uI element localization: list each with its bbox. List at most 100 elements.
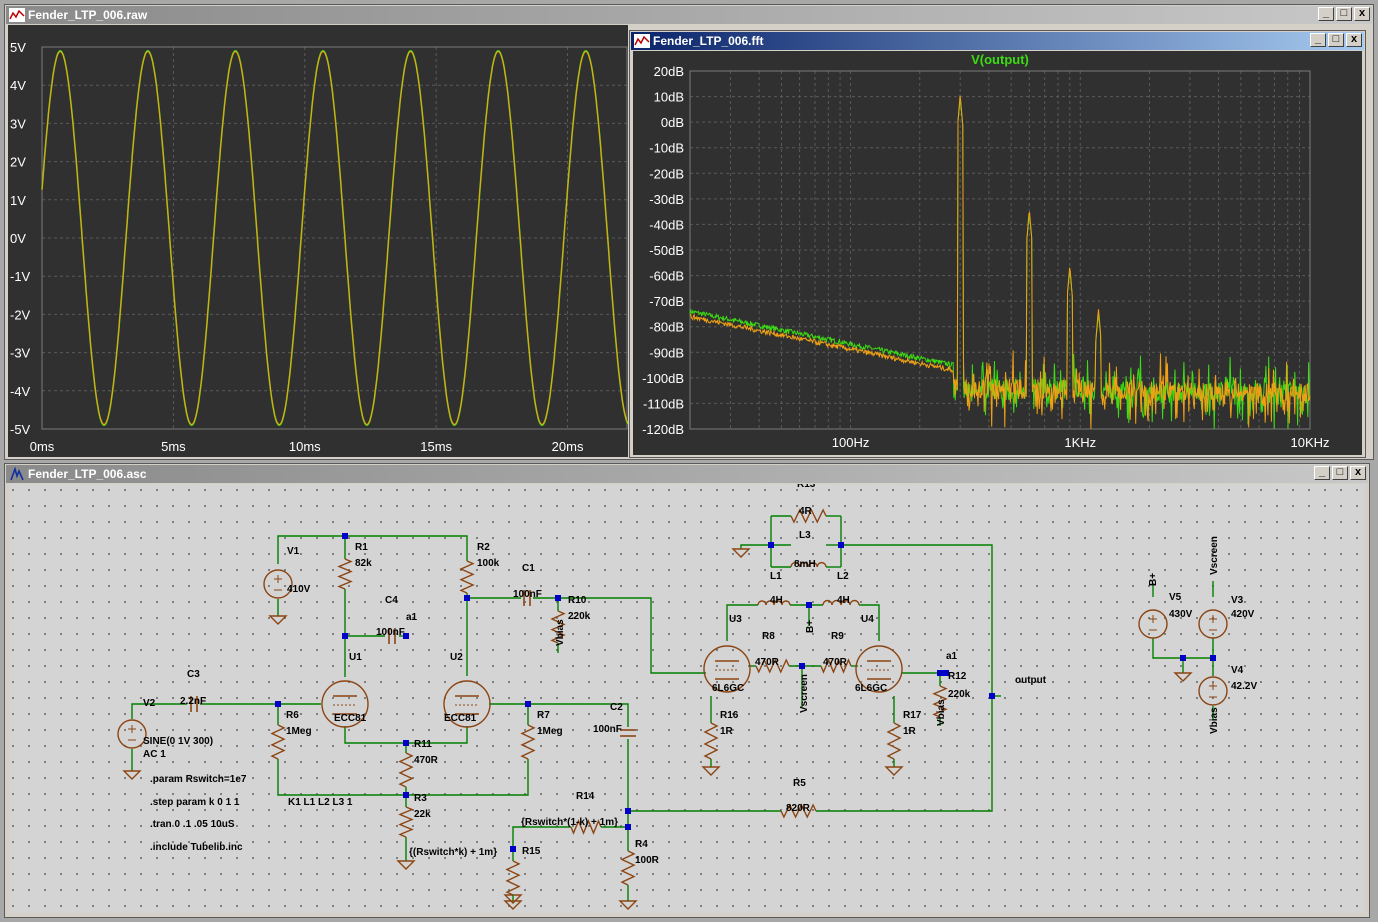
schematic-label: SINE(0 1V 300): [143, 736, 213, 747]
schematic-label: output: [1015, 675, 1047, 686]
net-label: Vbias: [1209, 707, 1220, 734]
maximize-button[interactable]: □: [1332, 466, 1348, 480]
r3-resistor: [398, 806, 414, 838]
raw-window-titlebar[interactable]: Fender_LTP_006.raw _ □ x: [6, 6, 1372, 24]
schematic-label: R1: [355, 542, 368, 553]
schematic-canvas[interactable]: V1 410V R1 82k R2 100k C4 a1 100nF C1 100nF R10 220k…: [9, 479, 1367, 915]
schematic-label: 410V: [287, 584, 311, 595]
minimize-button[interactable]: _: [1314, 466, 1330, 480]
schematic-label: 1R: [903, 726, 917, 737]
time-domain-chart[interactable]: 5V 4V 3V 2V 1V 0V -1V -2V -3V -4V -5V 0ms 5ms 10ms 15m…: [8, 25, 629, 457]
schematic-label: 220k: [568, 611, 591, 622]
fft-trace-1: [689, 95, 1311, 429]
schematic-label: AC 1: [143, 749, 166, 760]
schematic-label: 220k: [948, 689, 971, 700]
ground-symbol: [1173, 672, 1193, 682]
fft-window-title: Fender_LTP_006.fft: [653, 34, 764, 48]
maximize-button[interactable]: □: [1328, 33, 1344, 47]
frequency-domain-chart[interactable]: V(output) 20dB 10dB 0dB -10dB -20dB -30dB -40dB…: [633, 51, 1362, 455]
v4-source: [1198, 676, 1228, 706]
schematic-label: 4H: [770, 595, 783, 606]
schematic-label: R6: [286, 710, 299, 721]
junction: [342, 633, 348, 639]
close-button[interactable]: x: [1346, 33, 1362, 47]
ground-symbol: [884, 766, 904, 776]
y-tick-label: 10dB: [654, 90, 684, 105]
y-tick-label: -90dB: [649, 345, 684, 360]
schematic-label: 100nF: [376, 627, 405, 638]
y-tick-label: -2V: [10, 307, 31, 322]
schematic-label: R5: [793, 778, 806, 789]
y-tick-label: -20dB: [649, 166, 684, 181]
ground-symbol: [731, 548, 751, 558]
minimize-button[interactable]: _: [1318, 7, 1334, 21]
junction: [403, 740, 409, 746]
schematic-label: R9: [831, 631, 844, 642]
maximize-button[interactable]: □: [1336, 7, 1352, 21]
net-label: B+: [805, 620, 816, 633]
close-button[interactable]: x: [1354, 7, 1370, 21]
y-tick-label: 5V: [10, 40, 26, 55]
junction: [510, 846, 516, 852]
waveform-icon: [9, 8, 25, 22]
schematic-label: V1: [287, 546, 300, 557]
wire: [277, 759, 406, 796]
y-tick-label: 3V: [10, 116, 26, 131]
raw-plot-area[interactable]: 5V 4V 3V 2V 1V 0V -1V -2V -3V -4V -5V 0ms 5ms 10ms 15m…: [8, 25, 629, 457]
junction: [625, 824, 631, 830]
schematic-label: 4R: [799, 506, 813, 517]
schematic-drawing[interactable]: V1410VR182kR2100kC4a1100nFC1100nFR10220k…: [9, 479, 1367, 915]
net-label: Vscreen: [1209, 536, 1220, 575]
r2-resistor: [459, 560, 475, 594]
schematic-label: 8mH: [794, 559, 816, 570]
y-tick-label: -70dB: [649, 294, 684, 309]
junction: [989, 693, 995, 699]
schematic-label: a1: [406, 612, 418, 623]
y-tick-label: 20dB: [654, 64, 684, 79]
y-tick-label: 0V: [10, 231, 26, 246]
schematic-label: R14: [576, 791, 595, 802]
y-tick-label: -1V: [10, 269, 31, 284]
y-tick-label: -3V: [10, 346, 31, 361]
schematic-label: U3: [729, 614, 742, 625]
schematic-label: .tran 0 .1 .05 10uS: [150, 819, 235, 830]
r16-resistor: [703, 722, 719, 760]
schematic-window[interactable]: Fender_LTP_006.asc _ □ x V1 410V R1 82k R2 100k…: [4, 463, 1370, 918]
fft-plot-window[interactable]: Fender_LTP_006.fft _ □ x V(output) 20dB 10dB…: [629, 30, 1366, 458]
schematic-label: U2: [450, 652, 463, 663]
y-tick-label: -10dB: [649, 141, 684, 156]
x-tick-label: 0ms: [30, 439, 55, 454]
net-label: Vbias: [936, 699, 947, 726]
schematic-window-titlebar[interactable]: Fender_LTP_006.asc _ □ x: [6, 465, 1368, 483]
junction: [768, 542, 774, 548]
schematic-label: U4: [861, 614, 874, 625]
schematic-label: 1Meg: [537, 726, 563, 737]
schematic-label: V5: [1169, 592, 1182, 603]
schematic-label: 42.2V: [1231, 681, 1257, 692]
schematic-label: {(Rswitch*k) + 1m}: [409, 847, 497, 858]
fft-window-titlebar[interactable]: Fender_LTP_006.fft _ □ x: [631, 32, 1364, 50]
schematic-icon: [10, 467, 24, 481]
r1-resistor: [337, 558, 353, 590]
minimize-button[interactable]: _: [1310, 33, 1326, 47]
schematic-label: R10: [568, 595, 587, 606]
v5-source: [1138, 609, 1168, 639]
r4-resistor: [620, 850, 636, 886]
ground-symbol: [122, 770, 142, 780]
schematic-label: 2.2nF: [180, 696, 206, 707]
y-tick-label: -120dB: [642, 422, 684, 437]
fft-trace-label: V(output): [971, 52, 1029, 67]
net-label: B+: [1148, 573, 1159, 586]
schematic-label: C1: [522, 563, 535, 574]
y-tick-label: 1V: [10, 193, 26, 208]
schematic-label: C4: [385, 595, 398, 606]
junction: [342, 533, 348, 539]
r11-resistor: [398, 752, 414, 788]
schematic-label: 22k: [414, 809, 431, 820]
schematic-label: 100nF: [593, 724, 622, 735]
fft-trace-0: [689, 100, 1311, 430]
fft-plot-area[interactable]: V(output) 20dB 10dB 0dB -10dB -20dB -30dB -40dB…: [633, 51, 1362, 455]
schematic-label: .step param k 0 1 1: [150, 797, 240, 808]
schematic-label: R8: [762, 631, 775, 642]
close-button[interactable]: x: [1350, 466, 1366, 480]
